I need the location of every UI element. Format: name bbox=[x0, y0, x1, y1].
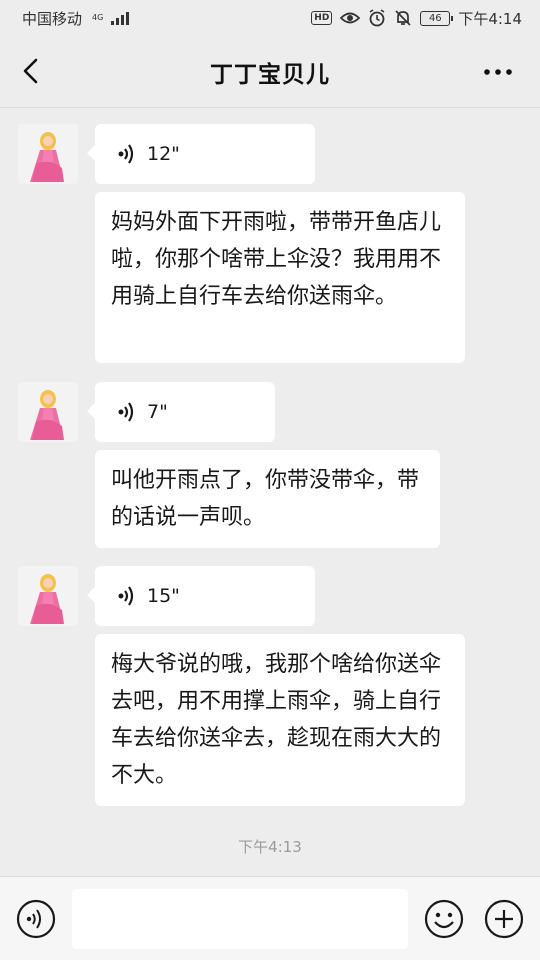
voice-wave-icon[interactable] bbox=[16, 899, 56, 939]
carrier-name: 中国移动 bbox=[22, 9, 83, 28]
status-left: 中国移动 4G bbox=[22, 8, 130, 29]
transcription-bubble[interactable]: 叫他开雨点了，你带没带伞，带的话说一声呗。 bbox=[95, 450, 440, 548]
status-right: HD 46 下午4:14 bbox=[311, 8, 522, 29]
avatar[interactable] bbox=[18, 124, 78, 184]
voice-wave-icon bbox=[118, 586, 134, 606]
alarm-icon bbox=[369, 9, 385, 27]
princess-avatar-icon bbox=[30, 390, 64, 440]
voice-message-bubble[interactable]: 7" bbox=[87, 382, 275, 442]
avatar[interactable] bbox=[18, 382, 78, 442]
voice-duration: 12" bbox=[147, 142, 180, 165]
more-dots-icon[interactable] bbox=[482, 58, 514, 86]
voice-wave-icon bbox=[118, 402, 134, 422]
message-text: 梅大爷说的哦，我那个啥给你送伞去吧，用不用撑上雨伞，骑上自行车去给你送伞去，趁现… bbox=[111, 652, 442, 788]
battery-level: 46 bbox=[428, 12, 442, 24]
princess-avatar-icon bbox=[30, 574, 64, 624]
status-time: 下午4:14 bbox=[458, 9, 522, 28]
battery-icon: 46 bbox=[420, 10, 454, 26]
smiley-icon[interactable] bbox=[424, 899, 464, 939]
transcription-bubble[interactable]: 妈妈外面下开雨啦，带带开鱼店儿啦，你那个啥带上伞没？我用用不用骑上自行车去给你送… bbox=[95, 192, 465, 363]
status-bar: 中国移动 4G HD 46 下午4:14 bbox=[0, 0, 540, 36]
message-text: 叫他开雨点了，你带没带伞，带的话说一声呗。 bbox=[111, 468, 420, 530]
voice-duration: 15" bbox=[147, 584, 180, 607]
voice-message-bubble[interactable]: 12" bbox=[87, 124, 315, 184]
network-type: 4G bbox=[92, 13, 104, 22]
chevron-left-icon[interactable] bbox=[18, 56, 48, 86]
plus-icon[interactable] bbox=[484, 899, 524, 939]
voice-duration: 7" bbox=[147, 400, 168, 423]
mute-bell-icon bbox=[395, 10, 411, 26]
eye-icon bbox=[340, 12, 361, 24]
avatar[interactable] bbox=[18, 566, 78, 626]
signal-icon bbox=[111, 11, 130, 25]
princess-avatar-icon bbox=[30, 132, 64, 182]
voice-message-bubble[interactable]: 15" bbox=[87, 566, 315, 626]
chat-title: 丁丁宝贝儿 bbox=[210, 61, 330, 88]
input-bar bbox=[0, 876, 540, 960]
message-text: 妈妈外面下开雨啦，带带开鱼店儿啦，你那个啥带上伞没？我用用不用骑上自行车去给你送… bbox=[111, 210, 442, 309]
transcription-bubble[interactable]: 梅大爷说的哦，我那个啥给你送伞去吧，用不用撑上雨伞，骑上自行车去给你送伞去，趁现… bbox=[95, 634, 465, 806]
voice-wave-icon bbox=[118, 144, 134, 164]
chat-header: 丁丁宝贝儿 bbox=[0, 36, 540, 108]
message-timestamp: 下午4:13 bbox=[238, 838, 302, 856]
hd-icon: HD bbox=[311, 11, 333, 25]
message-input[interactable] bbox=[72, 889, 408, 949]
